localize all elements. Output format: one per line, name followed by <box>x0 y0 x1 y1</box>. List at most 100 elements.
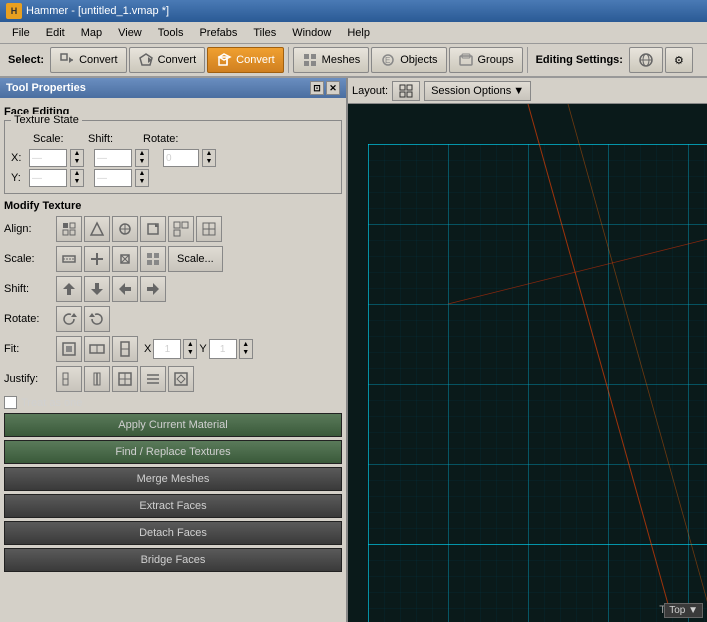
fit-y-label: Y <box>199 343 206 355</box>
panel-header-buttons: ⊡ ✕ <box>310 81 340 95</box>
convert-btn-3[interactable]: Convert <box>207 47 284 73</box>
scale-icon-2[interactable] <box>84 246 110 272</box>
fit-x-input[interactable]: 1 <box>153 339 181 359</box>
fit-btn-2[interactable] <box>84 336 110 362</box>
align-row: Align: <box>4 216 342 242</box>
rotate-input[interactable]: 0 <box>163 149 199 167</box>
editing-extra-icon: ⚙ <box>674 54 684 67</box>
menu-file[interactable]: File <box>4 25 38 41</box>
menu-help[interactable]: Help <box>339 25 378 41</box>
fit-x-control: X 1 ▲▼ <box>144 339 197 359</box>
treat-as-one-row: Treat as one <box>4 396 342 409</box>
layout-icon-btn[interactable] <box>392 81 420 101</box>
panel-close-btn[interactable]: ✕ <box>326 81 340 95</box>
rotate-btn-1[interactable] <box>56 306 82 332</box>
texture-state-label: Texture State <box>11 114 82 126</box>
find-replace-btn[interactable]: Find / Replace Textures <box>4 440 342 464</box>
rotate-btn-2[interactable] <box>84 306 110 332</box>
scale-y-input[interactable]: — <box>29 169 67 187</box>
panel-restore-btn[interactable]: ⊡ <box>310 81 324 95</box>
groups-btn[interactable]: Groups <box>449 47 523 73</box>
convert-btn-1-label: Convert <box>79 54 118 66</box>
layout-label: Layout: <box>352 85 388 97</box>
convert-btn-2[interactable]: Convert <box>129 47 206 73</box>
align-btn-1[interactable] <box>56 216 82 242</box>
fit-y-input[interactable]: 1 <box>209 339 237 359</box>
convert-cube-icon <box>216 52 232 68</box>
y-label: Y: <box>11 172 26 184</box>
menu-tools[interactable]: Tools <box>150 25 192 41</box>
editing-settings-extra[interactable]: ⚙ <box>665 47 693 73</box>
shift-y-input[interactable]: — <box>94 169 132 187</box>
justify-btn-5[interactable] <box>168 366 194 392</box>
session-options-btn[interactable]: Session Options ▼ <box>424 81 531 101</box>
justify-btn-3[interactable] <box>112 366 138 392</box>
bridge-faces-btn[interactable]: Bridge Faces <box>4 548 342 572</box>
scale-x-input[interactable]: — <box>29 149 67 167</box>
scale-row-label: Scale: <box>4 253 54 265</box>
shift-x-input[interactable]: — <box>94 149 132 167</box>
menu-tiles[interactable]: Tiles <box>245 25 284 41</box>
editing-settings-globe[interactable] <box>629 47 663 73</box>
shift-btn-4[interactable] <box>140 276 166 302</box>
treat-as-one-label: Treat as one <box>21 397 82 409</box>
fit-y-spin[interactable]: ▲▼ <box>239 339 253 359</box>
scale-dialog-btn[interactable]: Scale... <box>168 246 223 272</box>
fit-btn-3[interactable] <box>112 336 138 362</box>
texture-state-group: Texture State Scale: Shift: Rotate: X: —… <box>4 120 342 194</box>
main-area: Tool Properties ⊡ ✕ Face Editing Texture… <box>0 78 707 622</box>
justify-row: Justify: <box>4 366 342 392</box>
extract-faces-btn[interactable]: Extract Faces <box>4 494 342 518</box>
apply-material-btn[interactable]: Apply Current Material <box>4 413 342 437</box>
shift-btn-1[interactable] <box>56 276 82 302</box>
treat-as-one-checkbox[interactable] <box>4 396 17 409</box>
justify-row-label: Justify: <box>4 373 54 385</box>
convert-btn-1[interactable]: Convert <box>50 47 127 73</box>
align-btn-5[interactable] <box>168 216 194 242</box>
viewport-view-dropdown[interactable]: Top ▼ <box>664 603 703 618</box>
fit-y-control: Y 1 ▲▼ <box>199 339 252 359</box>
scale-icon-1[interactable] <box>56 246 82 272</box>
rotate-header: Rotate: <box>143 133 178 145</box>
align-btn-3[interactable] <box>112 216 138 242</box>
fit-row: Fit: X 1 ▲▼ Y <box>4 336 342 362</box>
objects-btn[interactable]: E Objects <box>371 47 446 73</box>
scale-y-spin[interactable]: ▲▼ <box>70 169 84 187</box>
detach-faces-btn[interactable]: Detach Faces <box>4 521 342 545</box>
justify-btn-2[interactable] <box>84 366 110 392</box>
menu-edit[interactable]: Edit <box>38 25 73 41</box>
menu-view[interactable]: View <box>110 25 150 41</box>
viewport-toolbar: Layout: Session Options ▼ <box>348 78 707 104</box>
modify-texture-title: Modify Texture <box>4 200 342 212</box>
main-toolbar: Select: Convert Convert Co <box>0 44 707 78</box>
meshes-btn-label: Meshes <box>322 54 361 66</box>
fit-x-spin[interactable]: ▲▼ <box>183 339 197 359</box>
shift-x-spin[interactable]: ▲▼ <box>135 149 149 167</box>
align-btn-2[interactable] <box>84 216 110 242</box>
fit-btn-1[interactable] <box>56 336 82 362</box>
objects-icon: E <box>380 52 396 68</box>
scale-icon-4[interactable] <box>140 246 166 272</box>
shift-btn-2[interactable] <box>84 276 110 302</box>
grid-view[interactable]: Top Top ▼ <box>348 104 707 622</box>
merge-meshes-btn[interactable]: Merge Meshes <box>4 467 342 491</box>
fit-row-label: Fit: <box>4 343 54 355</box>
shift-y-spin[interactable]: ▲▼ <box>135 169 149 187</box>
editing-settings-label: Editing Settings: <box>532 54 627 66</box>
justify-btn-4[interactable] <box>140 366 166 392</box>
align-label: Align: <box>4 223 54 235</box>
scale-x-spin[interactable]: ▲▼ <box>70 149 84 167</box>
align-btn-6[interactable] <box>196 216 222 242</box>
toolbar-separator-2 <box>527 47 528 73</box>
menu-prefabs[interactable]: Prefabs <box>191 25 245 41</box>
meshes-btn[interactable]: Meshes <box>293 47 370 73</box>
justify-btn-1[interactable] <box>56 366 82 392</box>
menu-map[interactable]: Map <box>73 25 110 41</box>
align-btn-4[interactable] <box>140 216 166 242</box>
shift-btn-3[interactable] <box>112 276 138 302</box>
convert-btn-3-label: Convert <box>236 54 275 66</box>
scale-row: Scale: Scale... <box>4 246 342 272</box>
rotate-spin[interactable]: ▲▼ <box>202 149 216 167</box>
scale-icon-3[interactable] <box>112 246 138 272</box>
menu-window[interactable]: Window <box>284 25 339 41</box>
